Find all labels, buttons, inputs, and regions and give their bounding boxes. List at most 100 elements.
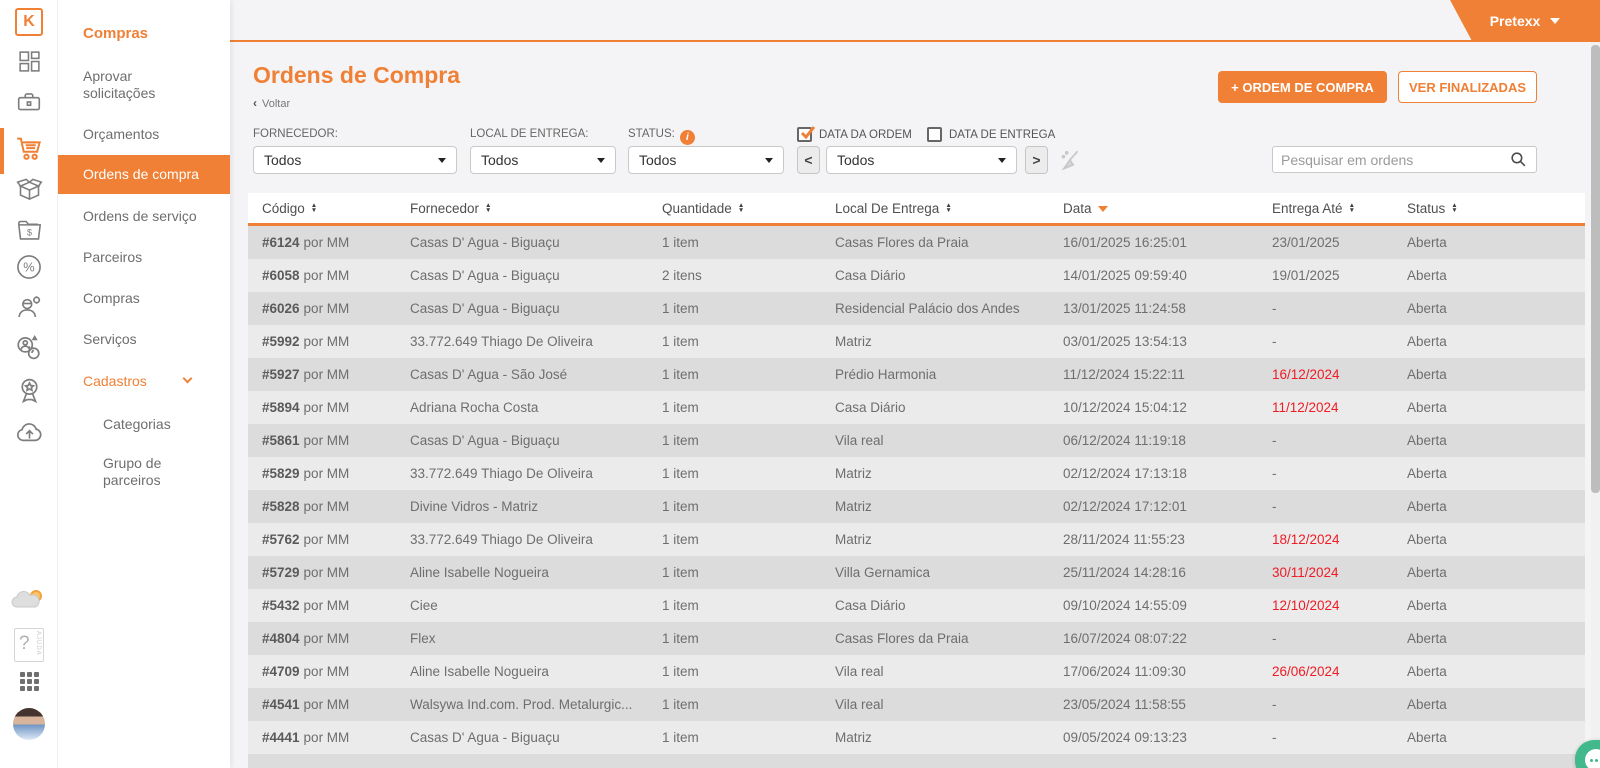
- nav-services-worker[interactable]: [0, 293, 58, 321]
- user-avatar-button[interactable]: [0, 708, 58, 740]
- help-button[interactable]: ? AJUDA: [0, 628, 58, 662]
- sidebar-item-grupo-de-parceiros[interactable]: Grupo de parceiros: [103, 455, 213, 489]
- nav-partner-search[interactable]: [0, 334, 58, 363]
- sidebar-item-aprovar-solicitacoes[interactable]: Aprovar solicitações: [83, 68, 205, 102]
- nav-certificates[interactable]: [0, 376, 58, 405]
- table-row-5828[interactable]: #5828 por MMDivine Vidros - Matriz1 item…: [248, 490, 1585, 523]
- table-row-6124[interactable]: #6124 por MMCasas D' Agua - Biguaçu1 ite…: [248, 226, 1585, 259]
- award-icon: [15, 376, 44, 405]
- table-row-5829[interactable]: #5829 por MM33.772.649 Thiago De Oliveir…: [248, 457, 1585, 490]
- table-row-4709[interactable]: #4709 por MMAline Isabelle Nogueira1 ite…: [248, 655, 1585, 688]
- nav-discounts[interactable]: %: [0, 253, 58, 281]
- sidebar-item-parceiros[interactable]: Parceiros: [83, 249, 205, 266]
- cell-location: Residencial Palácio dos Andes: [821, 292, 1049, 325]
- nav-dashboard[interactable]: [0, 49, 58, 74]
- tenant-menu[interactable]: Pretexx: [1450, 0, 1600, 41]
- nav-finance-folder[interactable]: $: [0, 217, 58, 244]
- supplier-select[interactable]: Todos: [253, 146, 457, 174]
- cell-location: Casa Diário: [821, 391, 1049, 424]
- cell-code: #5432 por MM: [248, 589, 396, 622]
- new-order-button[interactable]: + ORDEM DE COMPRA: [1218, 71, 1387, 103]
- supplier-filter-label: FORNECEDOR:: [253, 128, 338, 140]
- percent-icon: %: [15, 253, 43, 281]
- table-row-4541[interactable]: #4541 por MMWalsywa Ind.com. Prod. Metal…: [248, 688, 1585, 721]
- date-range-select[interactable]: Todos: [826, 146, 1017, 174]
- sidebar-item-cadastros[interactable]: Cadastros: [83, 373, 205, 390]
- cell-delivery: -: [1258, 325, 1393, 358]
- cell-quantity: 1 item: [648, 622, 821, 655]
- table-row-5729[interactable]: #5729 por MMAline Isabelle Nogueira1 ite…: [248, 556, 1585, 589]
- location-select[interactable]: Todos: [470, 146, 616, 174]
- table-row-5861[interactable]: #5861 por MMCasas D' Agua - Biguaçu1 ite…: [248, 424, 1585, 457]
- cell-code: #4804 por MM: [248, 622, 396, 655]
- weather-widget[interactable]: [0, 585, 58, 615]
- date-order-checkbox[interactable]: DATA DA ORDEM: [797, 127, 912, 142]
- chevron-down-icon: [998, 158, 1006, 163]
- view-finished-button[interactable]: VER FINALIZADAS: [1398, 71, 1537, 103]
- sort-icon: ▲▼: [738, 203, 744, 213]
- cell-supplier: Divine Vidros - Matriz: [396, 490, 648, 523]
- table-row-6026[interactable]: #6026 por MMCasas D' Agua - Biguaçu1 ite…: [248, 292, 1585, 325]
- cell-date: 03/01/2025 13:54:13: [1049, 325, 1258, 358]
- back-link[interactable]: ‹Voltar: [253, 96, 290, 110]
- cell-delivery: 12/10/2024: [1258, 589, 1393, 622]
- date-prev-button[interactable]: <: [797, 146, 820, 174]
- column-header-data[interactable]: Data: [1049, 193, 1258, 223]
- sidebar-item-compras[interactable]: Compras: [83, 290, 205, 307]
- cell-supplier: Casas D' Agua - Biguaçu: [396, 292, 648, 325]
- cell-date: 02/12/2024 17:13:18: [1049, 457, 1258, 490]
- sidebar-item-servicos[interactable]: Serviços: [83, 331, 205, 348]
- table-row-5894[interactable]: #5894 por MMAdriana Rocha Costa1 itemCas…: [248, 391, 1585, 424]
- table-row-5762[interactable]: #5762 por MM33.772.649 Thiago De Oliveir…: [248, 523, 1585, 556]
- cell-code: #6026 por MM: [248, 292, 396, 325]
- sidebar-item-ordens-de-servico[interactable]: Ordens de serviço: [83, 208, 205, 225]
- date-delivery-checkbox[interactable]: DATA DE ENTREGA: [927, 127, 1055, 142]
- table-row-6058[interactable]: #6058 por MMCasas D' Agua - Biguaçu2 ite…: [248, 259, 1585, 292]
- search-icon[interactable]: [1509, 150, 1528, 169]
- column-header-entrega-ate[interactable]: Entrega Até▲▼: [1258, 193, 1393, 223]
- cell-supplier: Casas D' Agua - São José: [396, 358, 648, 391]
- svg-text:%: %: [23, 260, 34, 275]
- scrollbar-thumb[interactable]: [1591, 45, 1600, 493]
- page-title: Ordens de Compra: [253, 62, 460, 89]
- nav-purchases-active[interactable]: [0, 133, 58, 163]
- cell-status: Aberta: [1393, 259, 1585, 292]
- sidebar-item-categorias[interactable]: Categorias: [103, 416, 213, 433]
- nav-products[interactable]: [0, 176, 58, 203]
- sidebar-item-orcamentos[interactable]: Orçamentos: [83, 126, 205, 143]
- cell-supplier: 33.772.649 Thiago De Oliveira: [396, 523, 648, 556]
- apps-menu-button[interactable]: [0, 672, 58, 691]
- sidebar-item-ordens-de-compra[interactable]: Ordens de compra: [58, 155, 230, 194]
- table-row-4804[interactable]: #4804 por MMFlex1 itemCasas Flores da Pr…: [248, 622, 1585, 655]
- clear-filters-button[interactable]: [1058, 148, 1084, 179]
- table-row-5432[interactable]: #5432 por MMCiee1 itemCasa Diário09/10/2…: [248, 589, 1585, 622]
- info-icon[interactable]: i: [680, 130, 695, 145]
- weather-icon: [11, 585, 47, 615]
- column-header-fornecedor[interactable]: Fornecedor▲▼: [396, 193, 648, 223]
- cell-quantity: 1 item: [648, 457, 821, 490]
- tenant-label: Pretexx: [1490, 13, 1541, 29]
- column-header-quantidade[interactable]: Quantidade▲▼: [648, 193, 821, 223]
- table-row-5992[interactable]: #5992 por MM33.772.649 Thiago De Oliveir…: [248, 325, 1585, 358]
- cell-location: Matriz: [821, 523, 1049, 556]
- cell-quantity: 1 item: [648, 358, 821, 391]
- app-logo[interactable]: K: [0, 8, 58, 36]
- search-input[interactable]: [1281, 152, 1509, 168]
- checkbox-unchecked-icon: [927, 127, 942, 142]
- cell-code: #5894 por MM: [248, 391, 396, 424]
- column-header-codigo[interactable]: Código▲▼: [248, 193, 396, 223]
- column-header-status[interactable]: Status▲▼: [1393, 193, 1585, 223]
- cell-status: Aberta: [1393, 721, 1585, 754]
- nav-cloud-sync[interactable]: [0, 418, 58, 447]
- status-select[interactable]: Todos: [628, 146, 784, 174]
- column-header-local-de-entrega[interactable]: Local De Entrega▲▼: [821, 193, 1049, 223]
- cell-status: Aberta: [1393, 358, 1585, 391]
- dashboard-icon: [17, 49, 42, 74]
- sort-icon: ▲▼: [1451, 203, 1457, 213]
- cell-code: #5762 por MM: [248, 523, 396, 556]
- table-row-4441[interactable]: #4441 por MMCasas D' Agua - Biguaçu1 ite…: [248, 721, 1585, 754]
- date-next-button[interactable]: >: [1025, 146, 1048, 174]
- nav-business[interactable]: [0, 89, 58, 115]
- folder-money-icon: $: [16, 217, 43, 244]
- table-row-5927[interactable]: #5927 por MMCasas D' Agua - São José1 it…: [248, 358, 1585, 391]
